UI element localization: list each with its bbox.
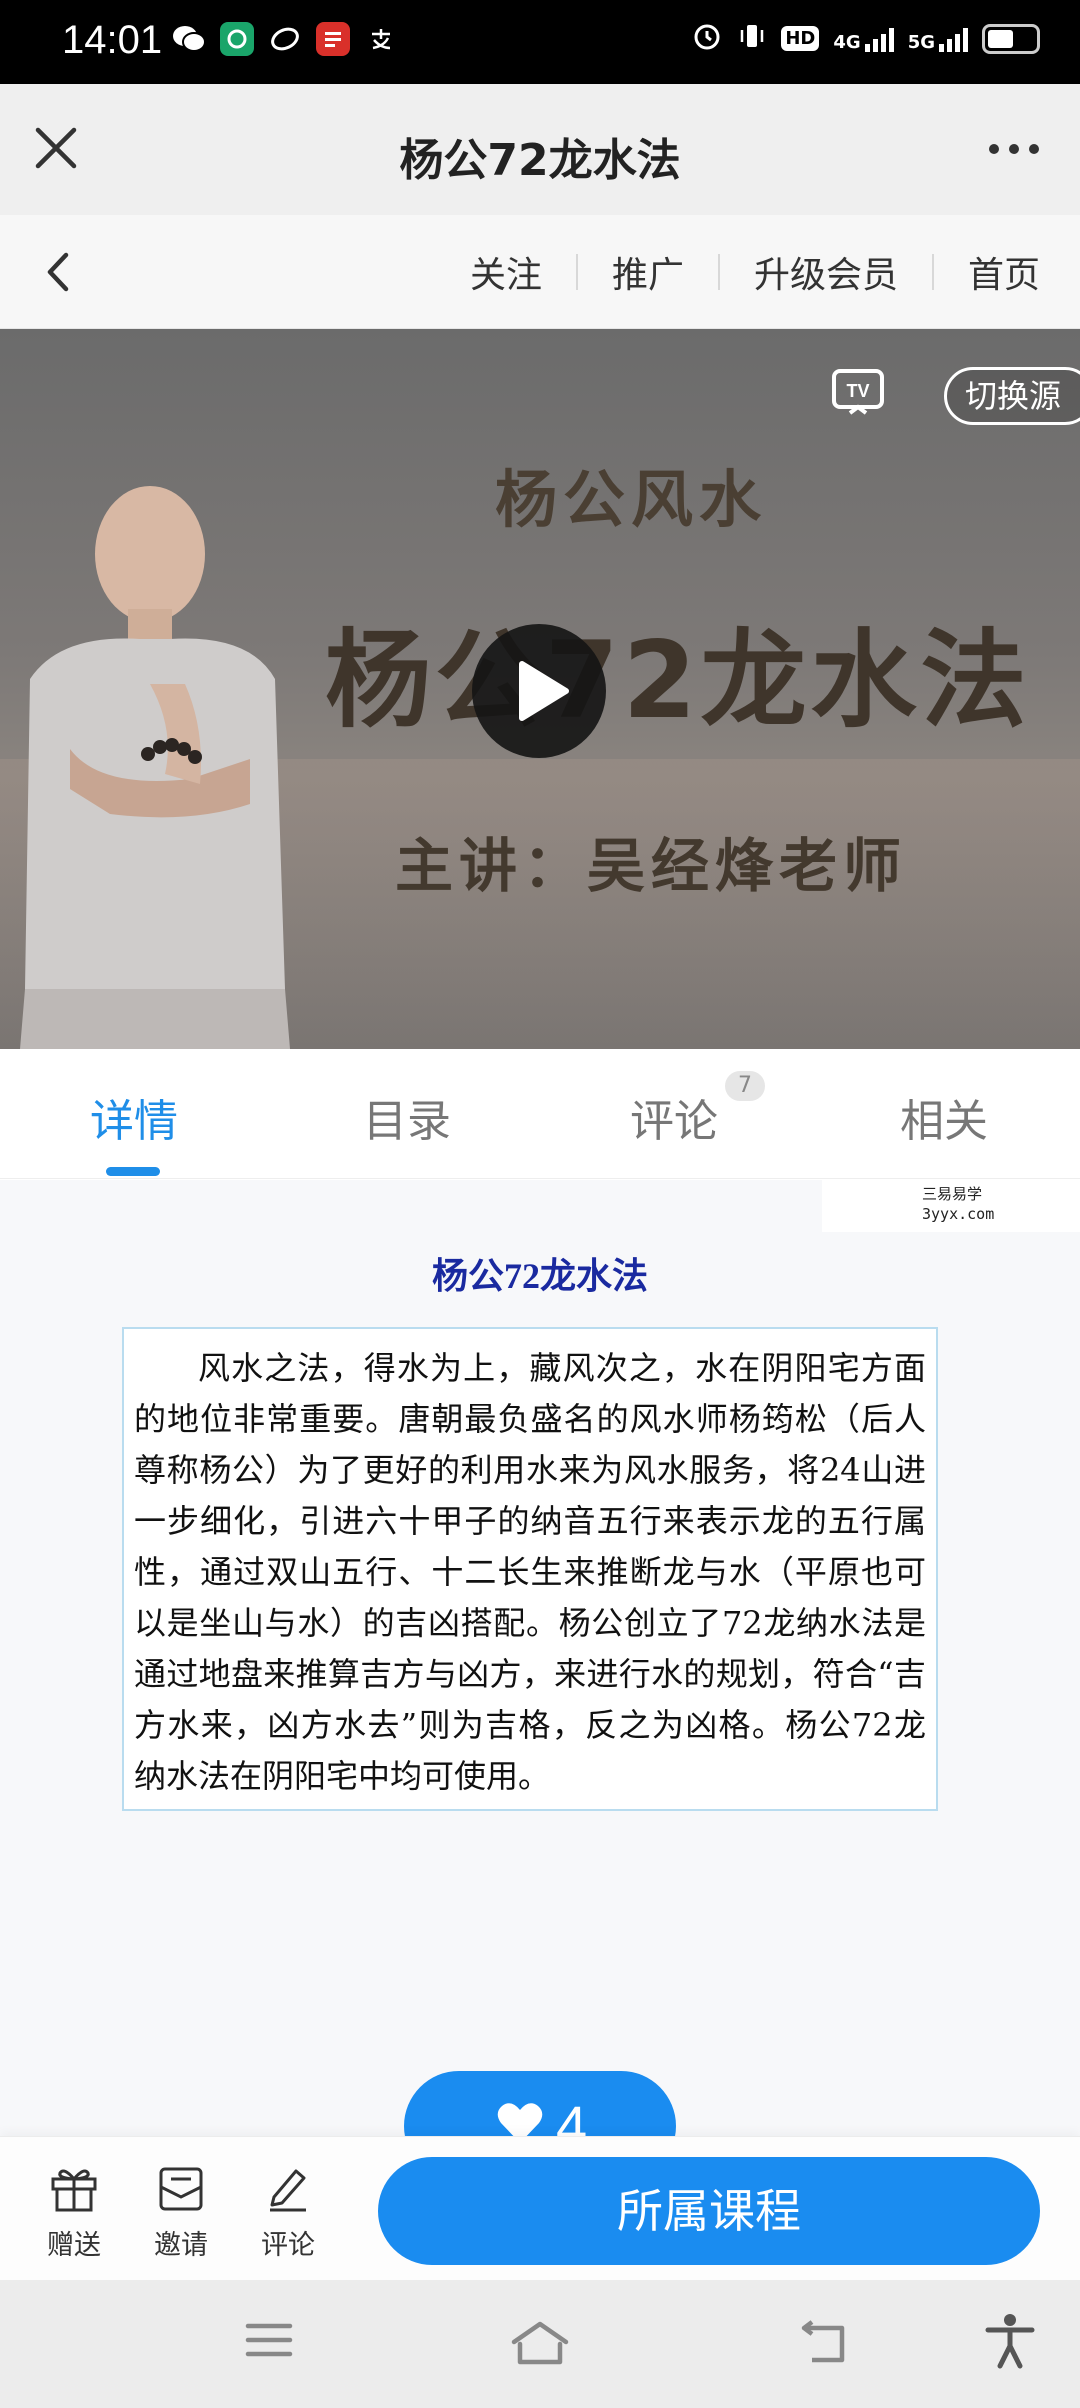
video-player[interactable]: 杨公风水 杨公72龙水法 主讲：吴经烽老师 TV 切换源: [0, 329, 1080, 1049]
chevron-left-icon: [47, 252, 69, 292]
page-title: 杨公72龙水法: [399, 135, 681, 186]
invite-button[interactable]: 邀请: [141, 2163, 221, 2262]
network-4g-label: 4G: [833, 31, 861, 53]
article-title: 杨公72龙水法: [431, 1256, 648, 1296]
nav-promote[interactable]: 推广: [578, 246, 718, 298]
course-button[interactable]: 所属课程: [378, 2157, 1040, 2265]
comment-button[interactable]: 评论: [248, 2163, 328, 2262]
gift-icon: [51, 2169, 97, 2212]
comment-count-badge: 7: [725, 1071, 765, 1101]
detail-content: 杨公72龙水法 风水之法，得水为上，藏风次之，水在阴阳宅方面的地位非常重要。唐朝…: [0, 1180, 1080, 2136]
tab-related[interactable]: 相关: [854, 1085, 1034, 1149]
alipay-icon: [364, 22, 398, 56]
invite-icon: [159, 2167, 203, 2211]
watermark-line1: 三易易学: [922, 1185, 983, 1203]
title-bar: 杨公72龙水法: [0, 84, 1080, 215]
nav-home[interactable]: 首页: [934, 246, 1080, 298]
status-bar: 14:01 HD 4G 5G: [0, 0, 1080, 84]
status-time: 14:01: [62, 18, 163, 62]
system-nav-bar: [0, 2280, 1080, 2408]
article-box: 风水之法，得水为上，藏风次之，水在阴阳宅方面的地位非常重要。唐朝最负盛名的风水师…: [122, 1327, 938, 1811]
watermark-line2: 3yyx.com: [922, 1205, 995, 1223]
svg-text:TV: TV: [846, 381, 869, 401]
menu-icon: [245, 2323, 293, 2357]
green-app-icon: [220, 22, 254, 56]
invite-label: 邀请: [154, 2230, 208, 2261]
more-dots-icon: [989, 144, 1039, 154]
link-app-icon: [268, 22, 302, 56]
video-title-line1: 杨公风水: [495, 463, 768, 536]
nav-links: 关注 推广 升级会员 首页: [436, 215, 1080, 329]
gift-button[interactable]: 赠送: [34, 2163, 114, 2262]
home-button[interactable]: [508, 2318, 572, 2372]
back-button[interactable]: [38, 247, 78, 297]
bottom-toolbar: 赠送 邀请 评论 所属课程: [0, 2136, 1080, 2280]
nav-follow[interactable]: 关注: [436, 246, 576, 298]
gift-label: 赠送: [47, 2230, 101, 2261]
signal-5g-icon: [939, 26, 968, 52]
play-button[interactable]: [472, 624, 606, 758]
accessibility-icon: [985, 2314, 1035, 2369]
tv-cast-button[interactable]: TV: [830, 367, 886, 419]
alarm-icon: [691, 20, 723, 57]
status-indicators: HD 4G 5G: [691, 20, 1040, 57]
nav-upgrade-member[interactable]: 升级会员: [720, 246, 932, 298]
vibrate-icon: [737, 21, 767, 56]
news-app-icon: [316, 22, 350, 56]
hd-icon: HD: [781, 26, 820, 51]
back-gesture-button[interactable]: [798, 2318, 850, 2370]
network-4g: 4G: [833, 26, 894, 53]
tv-cast-icon: TV: [832, 369, 884, 415]
return-icon: [801, 2320, 845, 2363]
video-subtitle: 主讲：吴经烽老师: [395, 832, 908, 900]
tab-details[interactable]: 详情: [44, 1085, 224, 1149]
signal-4g-icon: [864, 26, 894, 52]
notification-icons: [172, 22, 398, 56]
network-5g: 5G: [908, 26, 968, 52]
home-icon: [511, 2321, 569, 2365]
tab-bar: 详情 目录 评论 7 相关: [0, 1049, 1080, 1179]
accessibility-button[interactable]: [984, 2312, 1036, 2374]
tab-catalog[interactable]: 目录: [317, 1085, 497, 1149]
play-icon: [519, 661, 569, 721]
video-title-line2: 杨公72龙水法: [325, 619, 1031, 742]
watermark: 三易易学 3yyx.com: [822, 1180, 1080, 1232]
battery-level: [988, 29, 1013, 48]
switch-source-button[interactable]: 切换源: [944, 367, 1080, 425]
nav-bar: 关注 推广 升级会员 首页: [0, 215, 1080, 329]
battery-icon: [982, 23, 1040, 54]
teacher-portrait: [20, 486, 290, 1049]
wechat-icon: [172, 22, 206, 56]
more-button[interactable]: [984, 134, 1044, 164]
active-tab-indicator: [106, 1167, 160, 1176]
menu-button[interactable]: [244, 2318, 294, 2366]
network-5g-label: 5G: [907, 31, 935, 53]
comment-label: 评论: [261, 2230, 315, 2261]
edit-pen-icon: [270, 2169, 306, 2212]
article-body: 风水之法，得水为上，藏风次之，水在阴阳宅方面的地位非常重要。唐朝最负盛名的风水师…: [134, 1349, 926, 1795]
